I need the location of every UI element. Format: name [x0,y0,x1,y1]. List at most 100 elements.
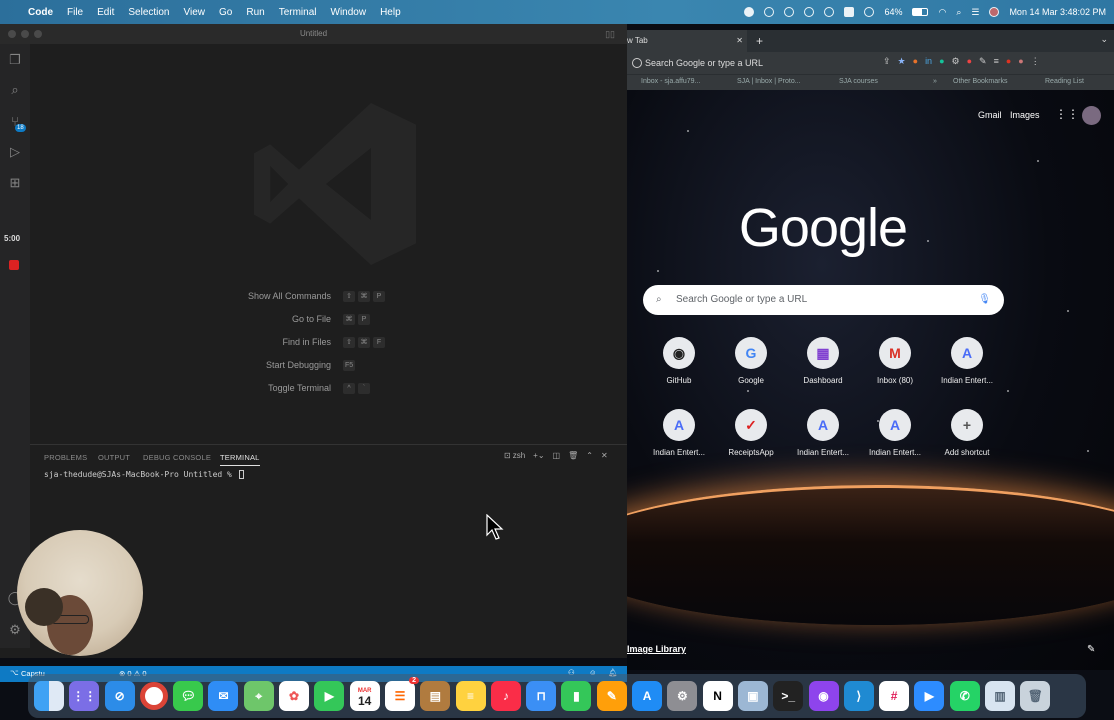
manage-gear-icon[interactable]: ⚙ [7,622,23,638]
chrome-icon[interactable] [139,682,168,710]
extension-orange-icon[interactable]: ● [913,56,918,67]
bookmark-sja-courses[interactable]: SJA courses [839,78,878,85]
menu-edit[interactable]: Edit [97,7,114,18]
extension-lastpass-icon[interactable]: ● [1006,56,1011,67]
finder-icon[interactable] [34,681,64,711]
gmail-link[interactable]: Gmail [978,110,1002,120]
menu-app-name[interactable]: Code [28,7,53,18]
gear-status-icon[interactable] [764,7,775,17]
terminal-icon[interactable]: >_ [773,681,804,711]
app-store-icon[interactable]: A [632,681,663,711]
menu-run[interactable]: Run [246,7,264,18]
account-avatar[interactable] [1082,106,1101,125]
numbers-icon[interactable]: ▮ [561,681,592,711]
bookmark-inbox[interactable]: Inbox - sja.affu79... [641,78,700,85]
zoom-icon[interactable]: ▶ [914,681,945,711]
music-icon[interactable]: ♪ [490,681,521,711]
stickies-icon[interactable]: ▤ [420,681,451,711]
terminal-output[interactable]: sja-thedude@SJAs-MacBook-Pro Untitled % [44,470,244,479]
files-icon[interactable]: ▥ [985,681,1016,711]
wifi-icon[interactable]: ◠ [938,7,946,18]
bookmark-reading-list[interactable]: Reading List [1045,78,1084,85]
menu-terminal[interactable]: Terminal [279,7,317,18]
launchpad-icon[interactable]: ⋮⋮ [69,681,100,711]
shortcut-indian-entert-4[interactable]: A Indian Entert... [859,409,931,457]
reading-mode-icon[interactable]: ≡ [994,56,999,67]
calendar-icon[interactable]: MAR 14 [349,681,380,711]
battery-icon[interactable] [912,8,929,16]
cmd-go-to-file[interactable]: Go to File ⌘ P [200,314,400,328]
extensions-icon[interactable]: ⊞ [7,175,23,191]
image-library-link[interactable]: Image Library [627,644,686,654]
shortcut-inbox[interactable]: M Inbox (80) [859,337,931,385]
customize-pencil-icon[interactable]: ✎ [1087,644,1095,655]
trash-terminal-icon[interactable]: 🗑 [568,451,578,460]
mail-icon[interactable]: ✉ [208,681,239,711]
pages-icon[interactable]: ✎ [596,681,627,711]
tab-output[interactable]: OUTPUT [98,453,130,462]
close-tab-icon[interactable]: ✕ [736,30,743,52]
reminders-icon[interactable]: ☰ 2 [384,677,419,711]
cmd-start-debugging[interactable]: Start Debugging F5 [200,360,400,374]
trash-icon[interactable]: 🗑 [1020,681,1051,711]
zoom-window-button[interactable] [34,30,42,38]
notion-icon[interactable]: N [702,681,733,711]
bookmark-star-icon[interactable]: ★ [898,56,906,67]
bookmark-other[interactable]: Other Bookmarks [953,78,1007,85]
tab-terminal[interactable]: TERMINAL [220,453,260,466]
search-spotlight-icon[interactable]: ⌕ [956,7,961,18]
new-terminal-icon[interactable]: +⌄ [533,451,544,460]
layout-icon[interactable]: ▯▯ [605,24,615,44]
facetime-icon[interactable]: ▶ [314,681,345,711]
battery-percent[interactable]: 64% [884,7,902,17]
screen-record-icon[interactable] [744,7,755,17]
shortcut-indian-entert-1[interactable]: A Indian Entert... [931,337,1003,385]
new-tab-button[interactable]: + [756,34,763,48]
shortcut-github[interactable]: ◉ GitHub [643,337,715,385]
stop-record-icon[interactable] [9,260,19,270]
explorer-icon[interactable]: ❐ [7,52,23,68]
extension-grammarly-icon[interactable]: ● [939,56,944,67]
menu-selection[interactable]: Selection [128,7,169,18]
minimize-window-button[interactable] [21,30,29,38]
menu-file[interactable]: File [67,7,83,18]
extension-gear-icon[interactable]: ⚙ [952,56,960,67]
shortcut-receiptsapp[interactable]: ✓ ReceiptsApp [715,409,787,457]
tab-debug-console[interactable]: DEBUG CONSOLE [143,453,211,462]
siri-icon[interactable] [864,7,875,17]
add-shortcut-button[interactable]: + Add shortcut [931,409,1003,457]
photos-icon[interactable]: ✿ [279,681,310,711]
run-debug-icon[interactable]: ▷ [7,144,23,160]
remote-icon[interactable]: ⌥ [10,668,19,677]
text-status-icon[interactable] [844,7,855,17]
safari-icon[interactable]: ⊘ [104,681,135,711]
system-preferences-icon[interactable]: ⚙ [667,681,698,711]
menu-go[interactable]: Go [219,7,232,18]
terminal-shell-icon[interactable]: ⊡ [504,451,511,460]
record-status-icon[interactable] [824,7,835,17]
google-search-box[interactable]: ⌕ Search Google or type a URL 🎙︎ [643,285,1004,315]
panel-divider[interactable] [30,444,627,445]
cmd-toggle-terminal[interactable]: Toggle Terminal ^ ` [200,383,400,397]
alert-status-icon[interactable] [784,7,795,17]
menu-window[interactable]: Window [331,7,367,18]
preview-icon[interactable]: ▣ [737,681,768,711]
images-link[interactable]: Images [1010,110,1040,120]
cmd-show-all-commands[interactable]: Show All Commands ⇧ ⌘ P [200,291,400,305]
close-window-button[interactable] [8,30,16,38]
split-terminal-icon[interactable]: ◫ [553,451,561,460]
share-icon[interactable]: ⇪ [883,56,891,67]
bookmarks-overflow-icon[interactable]: » [933,78,937,85]
shortcut-google[interactable]: G Google [715,337,787,385]
profile-avatar-icon[interactable]: ● [1018,56,1023,67]
menu-view[interactable]: View [184,7,206,18]
notes-icon[interactable]: ≡ [455,681,486,711]
control-center-icon[interactable]: ☰ [971,7,979,18]
slack-icon[interactable]: # [879,681,910,711]
extension-red-icon[interactable]: ● [967,56,972,67]
terminal-shell-name[interactable]: zsh [513,451,525,460]
shortcut-dashboard[interactable]: ▦ Dashboard [787,337,859,385]
voice-search-icon[interactable]: 🎙︎ [978,285,991,315]
shortcut-indian-entert-2[interactable]: A Indian Entert... [643,409,715,457]
close-panel-icon[interactable]: ✕ [601,451,608,460]
